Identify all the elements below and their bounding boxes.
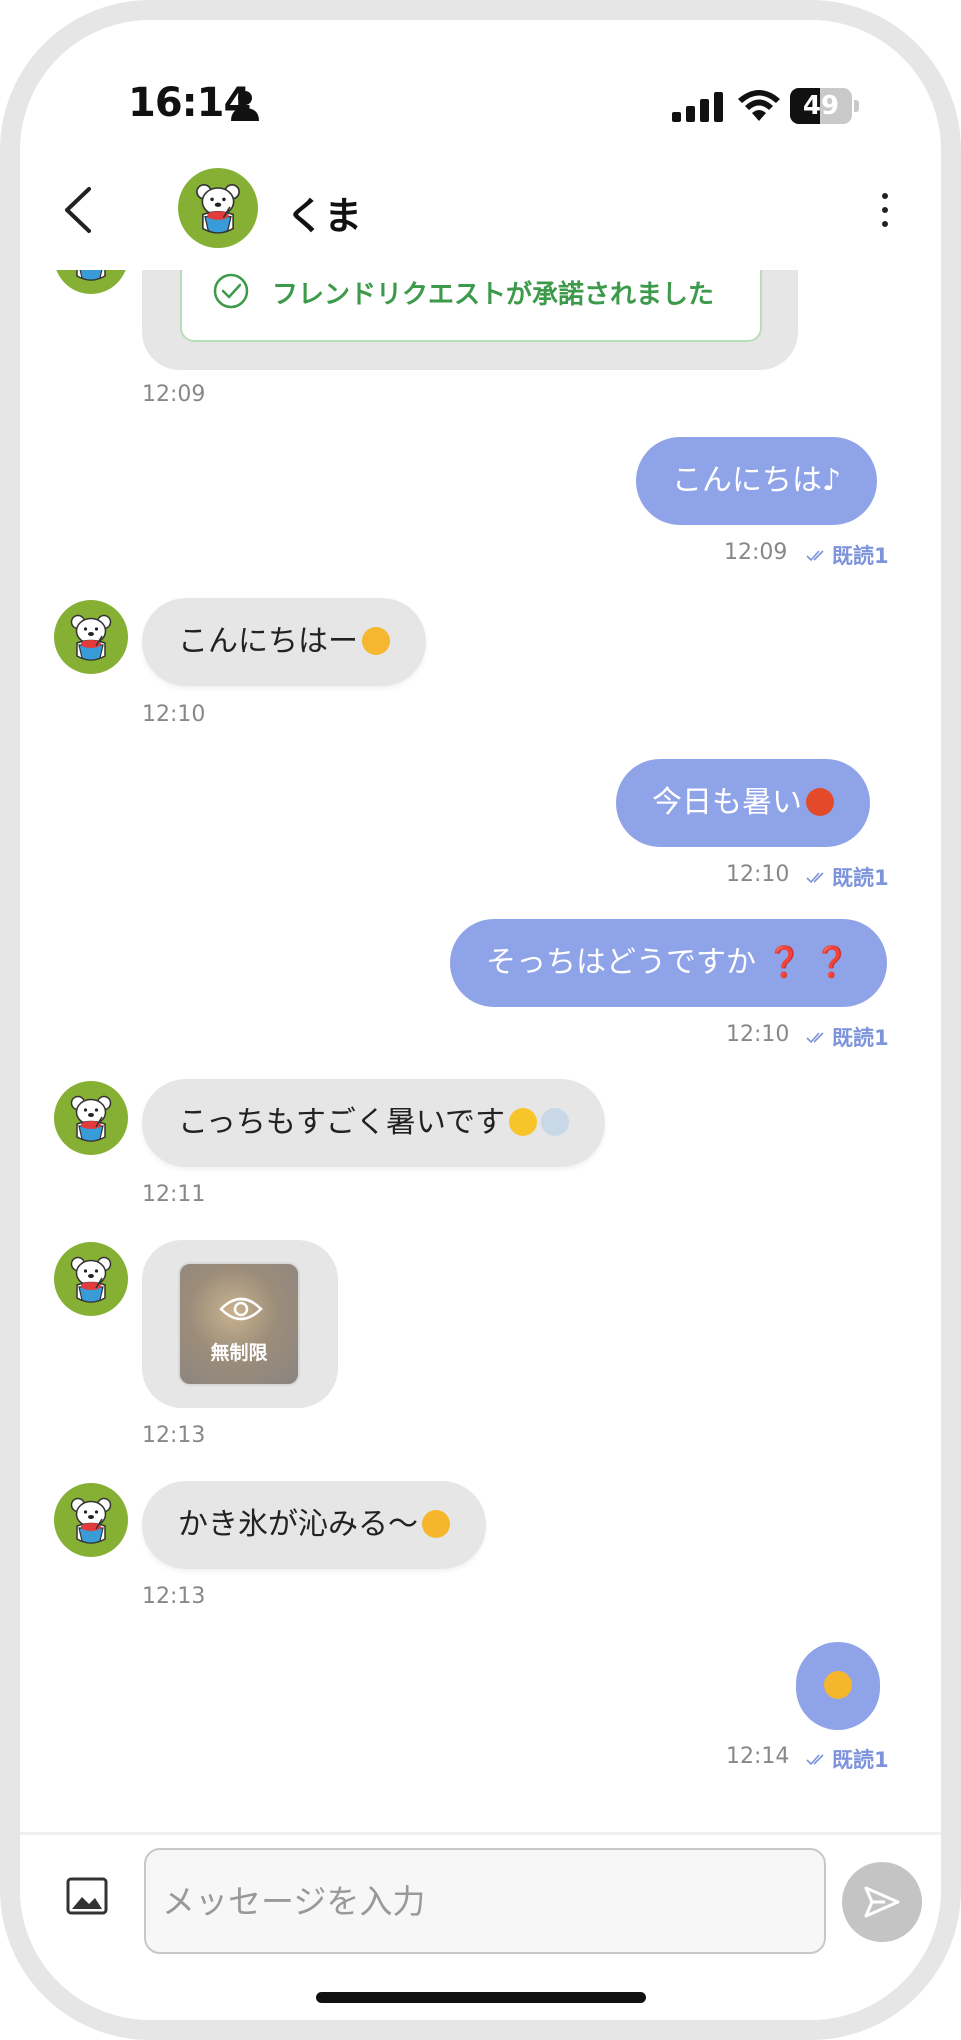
bear-avatar-icon[interactable] [54,600,128,674]
view-limit-label: 無制限 [210,1342,268,1364]
home-indicator[interactable] [316,1992,646,2003]
phone-frame: 16:14 49 くま フレンドリクエストが承諾されました 12:09 こんにち… [0,0,961,2040]
message-input-bar [20,1832,941,1954]
message-time: 12:11 [142,1182,206,1207]
wifi-icon [738,90,780,121]
battery-cap [854,100,859,112]
message-time: 12:13 [142,1423,206,1448]
image-icon[interactable] [64,1873,110,1919]
sun-icon [509,1108,537,1136]
read-receipt: 既読1 [806,862,889,892]
message-time: 12:09 [724,540,788,565]
check-circle-icon [213,273,249,309]
laughing-tears-face-icon [824,1671,852,1699]
read-receipt: 既読1 [806,540,889,570]
read-receipt: 既読1 [806,1022,889,1052]
bear-avatar-icon[interactable] [54,1242,128,1316]
read-receipt-label: 既読1 [832,1026,889,1050]
shaved-ice-icon [541,1108,569,1136]
outgoing-message-bubble[interactable] [796,1642,880,1730]
eye-icon [219,1297,263,1321]
friend-request-text: フレンドリクエストが承諾されました [272,280,715,310]
outgoing-message-bubble[interactable]: そっちはどうですか ❓ ❓ [450,919,887,1007]
person-icon [231,91,259,121]
message-time: 12:10 [142,702,206,727]
chat-header: くま [20,150,941,270]
bear-avatar-icon[interactable] [178,168,258,248]
signal-icon [672,92,723,122]
incoming-message-bubble[interactable]: こっちもすごく暑いです [142,1079,605,1167]
bear-avatar-icon[interactable] [54,270,128,294]
question-marks: ❓ ❓ [765,945,851,980]
message-text: こっちもすごく暑いです [178,1105,505,1140]
double-check-icon [806,1754,824,1766]
message-list[interactable]: フレンドリクエストが承諾されました 12:09 こんにちは♪ 12:09 既読1… [20,270,941,1832]
send-button[interactable] [842,1862,922,1942]
more-vertical-icon[interactable] [870,180,900,240]
message-text: かき氷が沁みる～ [178,1507,418,1542]
hot-face-icon [806,788,834,816]
drooling-face-icon [362,627,390,655]
message-time: 12:10 [726,1022,790,1047]
message-input[interactable] [144,1848,826,1954]
outgoing-message-bubble[interactable]: こんにちは♪ [636,437,878,525]
crying-face-icon [422,1510,450,1538]
battery-level-text: 49 [802,91,840,121]
read-receipt-label: 既読1 [832,1748,889,1772]
incoming-message-bubble[interactable]: こんにちはー [142,598,426,686]
battery-body: 49 [790,88,852,124]
back-arrow-icon [65,187,91,233]
message-text: こんにちはー [178,624,358,659]
double-check-icon [806,550,824,562]
status-bar: 16:14 49 [20,20,941,150]
back-button[interactable] [48,175,108,245]
double-check-icon [806,1032,824,1044]
double-check-icon [806,872,824,884]
message-text: 今日も暑い [652,785,802,820]
battery-icon: 49 [790,88,862,124]
image-message-card: 無制限 [142,1240,338,1408]
read-receipt: 既読1 [806,1744,889,1774]
message-text: そっちはどうですか [486,945,756,980]
bear-avatar-icon[interactable] [54,1483,128,1557]
send-icon [864,1886,900,1918]
outgoing-message-bubble[interactable]: 今日も暑い [616,759,870,847]
incoming-message-bubble[interactable]: かき氷が沁みる～ [142,1481,486,1569]
message-time: 12:10 [726,862,790,887]
message-time: 12:09 [142,382,206,407]
message-time: 12:14 [726,1744,790,1769]
message-time: 12:13 [142,1584,206,1609]
friend-request-card: フレンドリクエストが承諾されました [142,270,798,370]
read-receipt-label: 既読1 [832,544,889,568]
friend-request-inner: フレンドリクエストが承諾されました [180,270,762,342]
read-receipt-label: 既読1 [832,866,889,890]
bear-avatar-icon[interactable] [54,1081,128,1155]
blurred-image-thumbnail[interactable]: 無制限 [178,1262,300,1386]
chat-title: くま [286,194,363,238]
